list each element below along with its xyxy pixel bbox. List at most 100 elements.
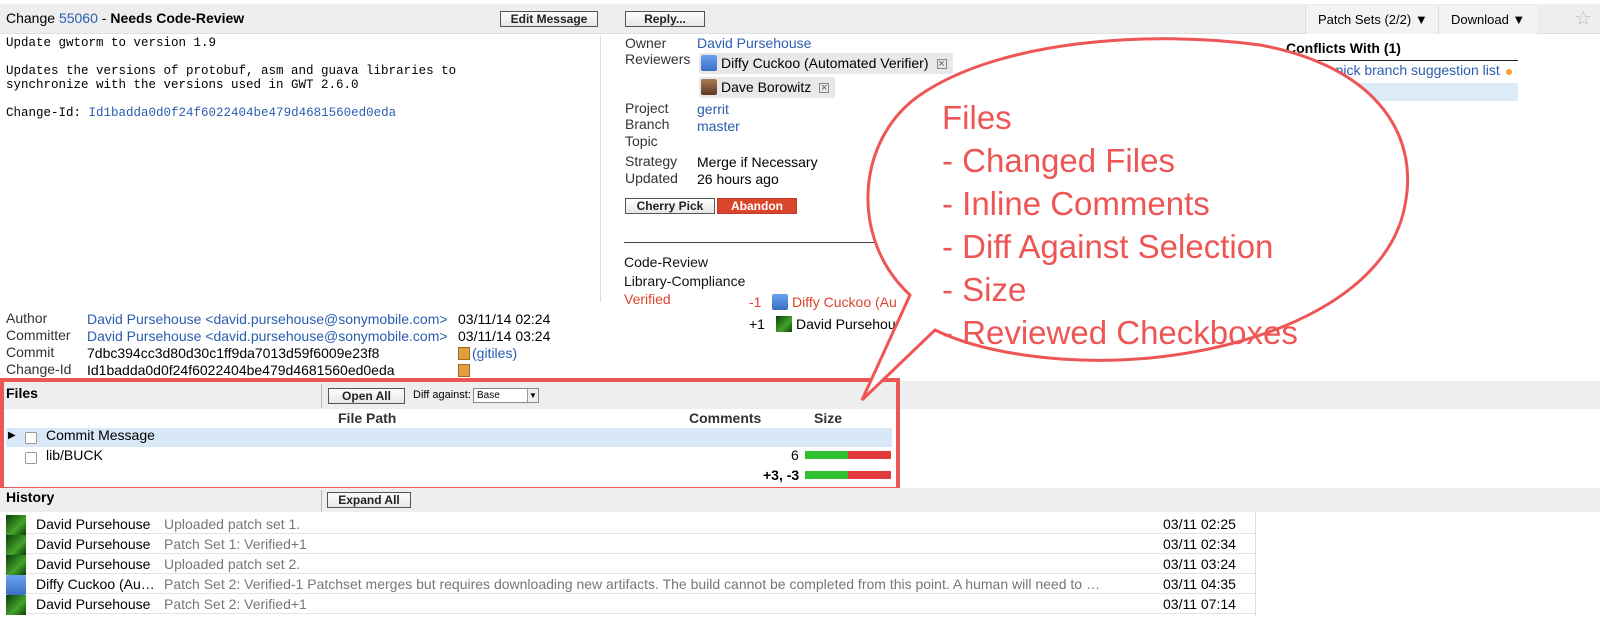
reviewer-chip[interactable]: Diffy Cuckoo (Automated Verifier) × [699,53,953,74]
history-message: Patch Set 1: Verified+1 [164,536,307,552]
history-row[interactable]: David Pursehouse Patch Set 2: Verified+1 0… [4,594,1256,615]
owner-link[interactable]: David Pursehouse [697,35,811,51]
related-changes-tab[interactable]: es (2) [1218,40,1255,56]
commit-message-body-line: Updates the versions of protobuf, asm an… [6,64,457,78]
label-code-review: Code-Review [624,254,709,270]
vote-entry: David Pursehouse [776,316,910,332]
vote-user: David Pursehouse [796,316,911,332]
clipboard-icon[interactable] [458,347,470,360]
project-link[interactable]: gerrit [697,101,729,117]
history-message: Uploaded patch set 1. [164,516,301,532]
history-timestamp: 03/11 07:14 [1163,596,1236,612]
gitiles-entry: (gitiles) [458,345,517,361]
user-avatar-icon [6,575,26,595]
committer-link[interactable]: David Pursehouse <david.pursehouse@sonym… [87,328,448,344]
related-divider [1272,60,1518,61]
commit-sha: 7dbc394cc3d80d30c1ff9da7013d59f6009e23f8 [87,345,380,361]
branch-link[interactable]: master [697,118,740,134]
history-row[interactable]: David Pursehouse Uploaded patch set 2. 03/… [4,554,1256,575]
reviewer-name: Diffy Cuckoo (Automated Verifier) [721,55,929,71]
user-avatar-icon [6,595,26,615]
history-author: David Pursehouse [36,516,151,532]
related-change-link[interactable]: cherry-pick branch suggestion list [1292,62,1500,78]
history-timestamp: 03/11 04:35 [1163,576,1236,592]
commit-message-body-line: synchronize with the versions used in GW… [6,78,359,92]
change-prefix: Change [6,10,56,26]
download-menu[interactable]: Download ▼ [1438,6,1538,34]
updated-value: 26 hours ago [697,171,779,187]
change-title: Change 55060 - Needs Code-Review [6,10,244,26]
remove-reviewer-icon[interactable]: × [936,59,947,70]
topic-label: Topic [625,133,658,149]
owner-label: Owner [625,35,667,51]
expand-all-button[interactable]: Expand All [327,492,411,508]
history-row[interactable]: Diffy Cuckoo (Aut… Patch Set 2: Verified-… [4,574,1256,595]
user-avatar-icon [701,79,717,95]
change-id-footer-label: Change-Id: [6,106,82,120]
history-author: David Pursehouse [36,556,151,572]
author-label: Author [6,310,48,326]
history-author: Diffy Cuckoo (Aut… [36,576,158,592]
abandon-button[interactable]: Abandon [717,198,797,214]
files-highlight-frame [0,378,900,491]
commit-message-panel: Update gwtorm to version 1.9 Updates the… [6,36,601,302]
commit-label: Commit [6,344,55,360]
history-separator [321,490,322,512]
edit-message-button[interactable]: Edit Message [500,11,598,27]
user-avatar-icon [6,515,26,535]
reviewer-chip[interactable]: Dave Borowitz × [699,77,836,98]
history-row[interactable]: David Pursehouse Patch Set 1: Verified+1 0… [4,534,1256,555]
label-library-compliance: Library-Compliance [624,273,746,289]
commit-message-subject: Update gwtorm to version 1.9 [6,36,217,50]
star-icon[interactable]: ☆ [1574,9,1592,29]
change-id-footer-link[interactable]: Id1badda0d0f24f6022404be479d4681560ed0ed… [89,106,397,120]
committer-label: Committer [6,327,71,343]
author-date: 03/11/14 02:24 [458,311,551,327]
history-header-bar [0,488,1600,512]
history-timestamp: 03/11 02:25 [1163,516,1236,532]
conflicts-with-tab[interactable]: Conflicts With (1) [1286,40,1401,56]
change-number-link[interactable]: 55060 [59,10,98,26]
history-author: David Pursehouse [36,536,151,552]
history-author: David Pursehouse [36,596,151,612]
cherry-pick-button[interactable]: Cherry Pick [625,198,715,214]
change-id-label: Change-Id [6,361,72,377]
history-timestamp: 03/11 02:34 [1163,536,1236,552]
history-timestamp: 03/11 03:24 [1163,556,1236,572]
updated-label: Updated [625,170,678,186]
history-title: History [6,489,55,505]
reviewers-label: Reviewers [625,51,691,67]
change-id-value: Id1badda0d0f24f6022404be479d4681560ed0ed… [87,362,395,378]
history-message: Uploaded patch set 2. [164,556,301,572]
history-border [1255,512,1256,616]
clipboard-icon[interactable] [458,362,470,378]
gitiles-link[interactable]: (gitiles) [472,345,517,361]
related-selected-row[interactable] [1272,83,1518,101]
callout-text: Files - Changed Files - Inline Comments … [942,99,1298,351]
vote-entry: Diffy Cuckoo (Au [772,294,897,310]
history-message: Patch Set 2: Verified+1 [164,596,307,612]
user-avatar-icon [772,294,788,310]
user-avatar-icon [701,55,717,71]
author-link[interactable]: David Pursehouse <david.pursehouse@sonym… [87,311,448,327]
user-avatar-icon [6,535,26,555]
vote-user: Diffy Cuckoo (Au [792,294,897,310]
reply-button[interactable]: Reply... [625,11,705,27]
vote-score: +1 [749,316,765,332]
title-separator: - [101,10,107,26]
strategy-label: Strategy [625,153,678,169]
branch-label: Branch [625,116,670,132]
strategy-value: Merge if Necessary [697,154,818,170]
remove-reviewer-icon[interactable]: × [819,83,830,94]
history-row[interactable]: David Pursehouse Uploaded patch set 1. 03/… [4,514,1256,535]
vote-score: -1 [749,294,762,310]
committer-date: 03/11/14 03:24 [458,328,551,344]
user-avatar-icon [776,316,792,332]
reviewer-name: Dave Borowitz [721,79,812,95]
labels-divider [624,242,894,243]
project-label: Project [625,100,669,116]
history-message: Patch Set 2: Verified-1 Patchset merges … [164,576,1106,592]
status-dot-icon [1506,69,1512,75]
patch-sets-menu[interactable]: Patch Sets (2/2) ▼ [1305,6,1440,34]
change-status: Needs Code-Review [110,10,245,26]
